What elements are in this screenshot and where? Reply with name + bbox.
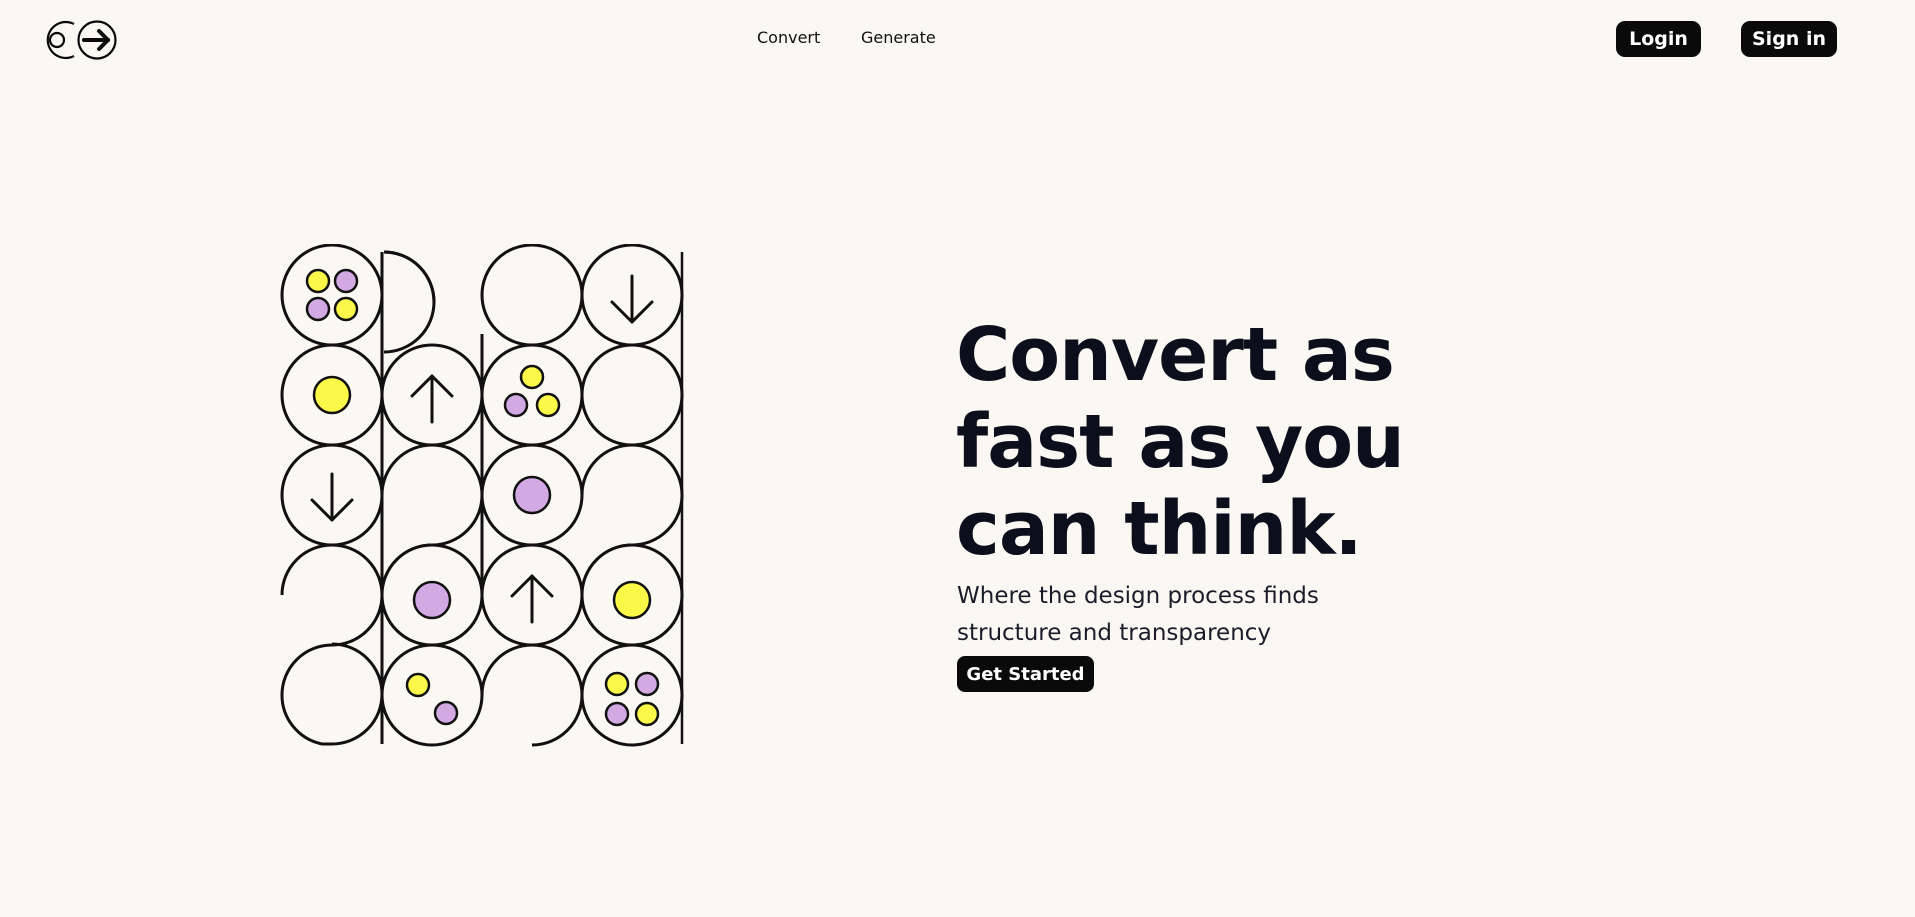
nav-link-convert[interactable]: Convert (757, 28, 820, 47)
sign-in-button[interactable]: Sign in (1741, 21, 1837, 57)
headline-line: fast as you (956, 399, 1405, 485)
headline-line: can think. (956, 486, 1363, 572)
logo[interactable] (36, 18, 118, 62)
hero-subtitle: Where the design process finds structure… (957, 583, 1319, 646)
nav-link-generate[interactable]: Generate (861, 28, 936, 47)
hero-headline: Convert as fast as you can think. (956, 312, 1405, 573)
hero-illustration (280, 244, 684, 747)
get-started-button[interactable]: Get Started (957, 656, 1094, 692)
login-button[interactable]: Login (1616, 21, 1701, 57)
headline-line: Convert as (956, 312, 1395, 398)
